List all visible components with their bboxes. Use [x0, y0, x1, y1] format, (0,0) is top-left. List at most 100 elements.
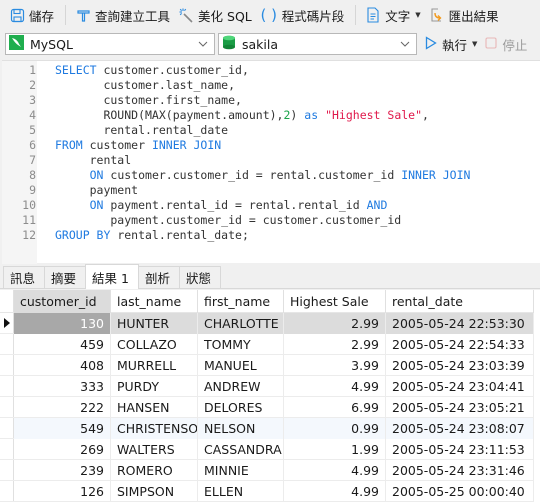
cell-last-name[interactable]: MURRELL [111, 355, 198, 376]
table-row[interactable]: 333 PURDY ANDREW 4.99 2005-05-24 23:04:41 [0, 376, 534, 397]
cell-rental-date[interactable]: 2005-05-24 23:03:39 [386, 355, 534, 376]
row-selector[interactable] [0, 439, 14, 459]
code-snippet-button[interactable]: ( ) 程式碼片段 [257, 4, 348, 26]
sql-editor[interactable]: 1 SELECT customer.customer_id, 2 customer.… [2, 60, 540, 264]
stop-button[interactable]: 停止 [485, 35, 527, 54]
cell-highest-sale[interactable]: 1.99 [284, 439, 386, 460]
hammer-icon [75, 7, 91, 23]
line-number: 5 [29, 123, 36, 137]
cell-rental-date[interactable]: 2005-05-25 00:00:40 [386, 481, 534, 502]
cell-rental-date[interactable]: 2005-05-24 22:54:33 [386, 334, 534, 355]
code-text: rental [55, 153, 132, 168]
cell-highest-sale[interactable]: 2.99 [284, 313, 386, 334]
sql-text: rental.rental_date; [110, 228, 249, 242]
cell-first-name[interactable]: ELLEN [198, 481, 284, 502]
tab-result-1[interactable]: 結果 1 [85, 264, 139, 289]
magic-wand-icon [178, 7, 194, 23]
column-header-first-name[interactable]: first_name [198, 290, 284, 313]
cell-first-name[interactable]: TOMMY [198, 334, 284, 355]
column-header-customer-id[interactable]: customer_id [14, 290, 111, 313]
cell-customer-id[interactable]: 549 [14, 418, 111, 439]
cell-rental-date[interactable]: 2005-05-24 23:05:21 [386, 397, 534, 418]
row-selector[interactable] [0, 376, 14, 396]
cell-rental-date[interactable]: 2005-05-24 22:53:30 [386, 313, 534, 334]
code-text: rental.rental_date [55, 123, 228, 138]
row-selector[interactable] [0, 418, 14, 438]
cell-last-name[interactable]: CHRISTENSO [111, 418, 198, 439]
stop-label: 停止 [502, 37, 528, 53]
cell-highest-sale[interactable]: 2.99 [284, 334, 386, 355]
cell-last-name[interactable]: WALTERS [111, 439, 198, 460]
cell-customer-id[interactable]: 130 [14, 313, 111, 334]
cell-last-name[interactable]: ROMERO [111, 460, 198, 481]
beautify-sql-button[interactable]: 美化 SQL [175, 4, 255, 26]
cell-highest-sale[interactable]: 6.99 [284, 397, 386, 418]
cell-highest-sale[interactable]: 4.99 [284, 481, 386, 502]
cell-first-name[interactable]: CASSANDRA [198, 439, 284, 460]
cell-customer-id[interactable]: 269 [14, 439, 111, 460]
tab-summary[interactable]: 摘要 [44, 266, 87, 288]
cell-highest-sale[interactable]: 4.99 [284, 376, 386, 397]
cell-rental-date[interactable]: 2005-05-24 23:04:41 [386, 376, 534, 397]
cell-first-name[interactable]: DELORES [198, 397, 284, 418]
query-builder-button[interactable]: 查詢建立工具 [72, 4, 173, 26]
cell-first-name[interactable]: ANDREW [198, 376, 284, 397]
cell-customer-id[interactable]: 333 [14, 376, 111, 397]
column-header-last-name[interactable]: last_name [111, 290, 198, 313]
row-selector[interactable] [0, 313, 14, 333]
cell-first-name[interactable]: MINNIE [198, 460, 284, 481]
cell-last-name[interactable]: HANSEN [111, 397, 198, 418]
tab-profile[interactable]: 剖析 [137, 266, 180, 288]
database-select[interactable]: sakila [218, 33, 417, 55]
line-number: 9 [29, 183, 36, 197]
table-row[interactable]: 269 WALTERS CASSANDRA 1.99 2005-05-24 23:11:… [0, 439, 534, 460]
cell-customer-id[interactable]: 126 [14, 481, 111, 502]
cell-customer-id[interactable]: 408 [14, 355, 111, 376]
cell-customer-id[interactable]: 222 [14, 397, 111, 418]
cell-highest-sale[interactable]: 4.99 [284, 460, 386, 481]
sql-keyword: SELECT [55, 63, 97, 77]
connection-type-select[interactable]: MySQL [5, 33, 215, 55]
table-row[interactable]: 126 SIMPSON ELLEN 4.99 2005-05-25 00:00:40 [0, 481, 534, 502]
row-selector[interactable] [0, 460, 14, 480]
sql-text: payment [55, 183, 139, 197]
main-toolbar: 儲存 查詢建立工具 美化 SQL ( ) 程式碼片段 文字 ▼ 匯出結果 [0, 0, 540, 30]
table-row[interactable]: 408 MURRELL MANUEL 3.99 2005-05-24 23:03:39 [0, 355, 534, 376]
cell-highest-sale[interactable]: 3.99 [284, 355, 386, 376]
cell-last-name[interactable]: COLLAZO [111, 334, 198, 355]
export-results-button[interactable]: 匯出結果 [426, 4, 502, 26]
table-row[interactable]: 549 CHRISTENSO NELSON 0.99 2005-05-24 23:08:… [0, 418, 534, 439]
row-selector[interactable] [0, 397, 14, 417]
code-text: GROUP BY rental.rental_date; [55, 228, 249, 243]
column-header-highest-sale[interactable]: Highest Sale [284, 290, 386, 313]
cell-first-name[interactable]: NELSON [198, 418, 284, 439]
cell-last-name[interactable]: HUNTER [111, 313, 198, 334]
cell-rental-date[interactable]: 2005-05-24 23:08:07 [386, 418, 534, 439]
cell-last-name[interactable]: SIMPSON [111, 481, 198, 502]
cell-customer-id[interactable]: 459 [14, 334, 111, 355]
save-button[interactable]: 儲存 [6, 4, 57, 26]
row-selector[interactable] [0, 334, 14, 354]
caret-down-icon[interactable]: ▼ [415, 11, 420, 19]
cell-last-name[interactable]: PURDY [111, 376, 198, 397]
cell-rental-date[interactable]: 2005-05-24 23:31:46 [386, 460, 534, 481]
column-header-rental-date[interactable]: rental_date [386, 290, 534, 313]
table-row[interactable]: 459 COLLAZO TOMMY 2.99 2005-05-24 22:54:33 [0, 334, 534, 355]
cell-first-name[interactable]: MANUEL [198, 355, 284, 376]
row-selector[interactable] [0, 481, 14, 501]
cell-customer-id[interactable]: 239 [14, 460, 111, 481]
run-button[interactable]: 執行 ▼ [425, 35, 477, 54]
tab-messages[interactable]: 訊息 [3, 266, 46, 288]
cell-highest-sale[interactable]: 0.99 [284, 418, 386, 439]
table-row[interactable]: 130 HUNTER CHARLOTTE 2.99 2005-05-24 22:53:3… [0, 313, 534, 334]
tab-status[interactable]: 狀態 [178, 266, 221, 288]
text-output-button[interactable]: 文字 ▼ [362, 4, 423, 26]
caret-down-icon[interactable]: ▼ [472, 40, 477, 48]
row-selector[interactable] [0, 355, 14, 375]
table-row[interactable]: 239 ROMERO MINNIE 4.99 2005-05-24 23:31:46 [0, 460, 534, 481]
table-row[interactable]: 222 HANSEN DELORES 6.99 2005-05-24 23:05:21 [0, 397, 534, 418]
cell-first-name[interactable]: CHARLOTTE [198, 313, 284, 334]
cell-rental-date[interactable]: 2005-05-24 23:11:53 [386, 439, 534, 460]
